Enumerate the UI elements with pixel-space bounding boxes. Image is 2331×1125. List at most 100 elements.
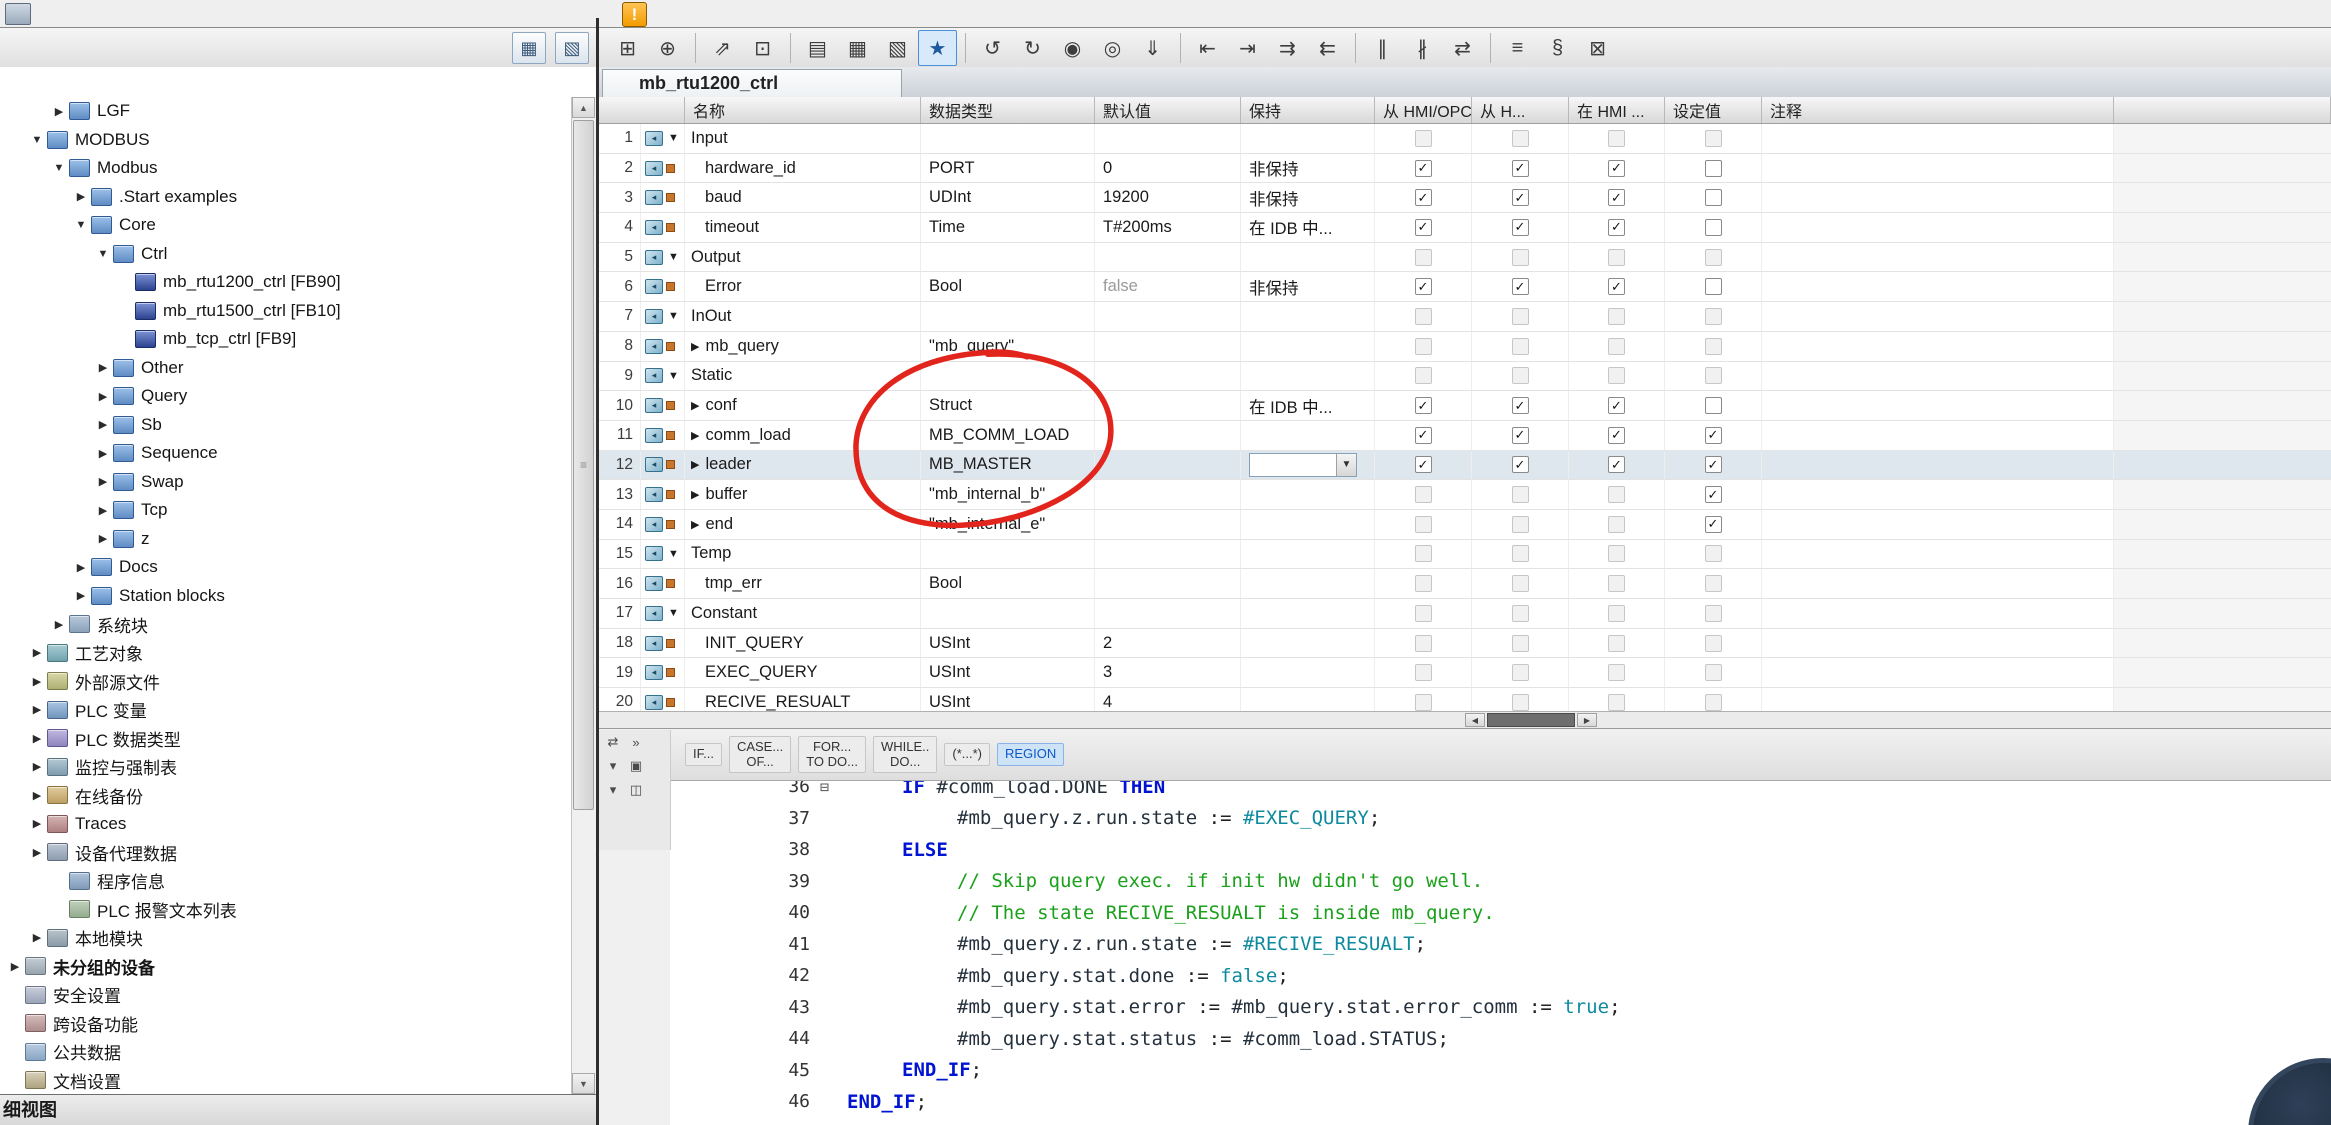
network-icon[interactable]: ◫ bbox=[627, 782, 645, 798]
expand-icon[interactable]: ▶ bbox=[691, 340, 699, 353]
block-interface-icon[interactable]: ▤ bbox=[798, 30, 837, 66]
checkbox-in-hmi[interactable] bbox=[1608, 308, 1625, 325]
checkbox-in-hmi[interactable]: ✓ bbox=[1608, 456, 1625, 473]
open-external-editor-icon[interactable]: ⇗ bbox=[703, 30, 742, 66]
chevron-down-icon[interactable]: ▼ bbox=[72, 219, 90, 231]
diagram-view-icon[interactable]: ▧ bbox=[555, 32, 589, 64]
expand-icon[interactable]: ▶ bbox=[691, 488, 699, 501]
chevron-right-icon[interactable]: ▶ bbox=[94, 532, 112, 545]
tree-item[interactable]: ▶在线备份 bbox=[0, 781, 572, 810]
retain-cell[interactable] bbox=[1241, 629, 1375, 658]
tree-item[interactable]: ▶Other bbox=[0, 354, 572, 383]
scrollbar-thumb[interactable]: ≡ bbox=[573, 120, 594, 810]
default-value-cell[interactable] bbox=[1095, 421, 1241, 450]
datatype-cell[interactable]: Struct bbox=[921, 391, 1095, 420]
chevron-right-icon[interactable]: ▶ bbox=[28, 675, 46, 688]
snapshot-icon[interactable]: ◉ bbox=[1053, 30, 1092, 66]
column-header[interactable]: 设定值 bbox=[1665, 97, 1762, 123]
checkbox-in-hmi[interactable] bbox=[1608, 338, 1625, 355]
goto-next-icon[interactable]: ⇥ bbox=[1228, 30, 1267, 66]
chevron-down-icon[interactable]: ▼ bbox=[94, 248, 112, 260]
comment-cell[interactable] bbox=[1762, 272, 2114, 301]
tree-item[interactable]: ▶未分组的设备 bbox=[0, 952, 572, 981]
comment-cell[interactable] bbox=[1762, 302, 2114, 331]
checkbox-setpoint[interactable] bbox=[1705, 605, 1722, 622]
chevron-right-icon[interactable]: ▶ bbox=[72, 190, 90, 203]
name-cell[interactable]: InOut bbox=[685, 302, 921, 331]
checkbox-from-hmi[interactable] bbox=[1512, 308, 1529, 325]
retain-cell[interactable] bbox=[1241, 124, 1375, 153]
checkbox-in-hmi[interactable] bbox=[1608, 486, 1625, 503]
checkbox-setpoint[interactable] bbox=[1705, 575, 1722, 592]
expand-icon[interactable]: ▶ bbox=[691, 518, 699, 531]
checkbox-setpoint[interactable]: ✓ bbox=[1705, 486, 1722, 503]
tab-mb-rtu1200-ctrl[interactable]: mb_rtu1200_ctrl bbox=[602, 69, 902, 97]
datatype-cell[interactable]: MB_COMM_LOAD bbox=[921, 421, 1095, 450]
checkbox-setpoint[interactable] bbox=[1705, 219, 1722, 236]
checkbox-from-hmi[interactable] bbox=[1512, 249, 1529, 266]
datatype-cell[interactable]: Bool bbox=[921, 569, 1095, 598]
retain-cell[interactable] bbox=[1241, 362, 1375, 391]
table-row[interactable]: 18INIT_QUERYUSInt2 bbox=[599, 629, 2331, 659]
default-value-cell[interactable] bbox=[1095, 302, 1241, 331]
tree-item[interactable]: ▶系统块 bbox=[0, 610, 572, 639]
tree-scrollbar[interactable]: ▲ ≡ ▼ bbox=[571, 97, 596, 1094]
datatype-cell[interactable]: PORT bbox=[921, 154, 1095, 183]
indent-icon[interactable]: ⇉ bbox=[1268, 30, 1307, 66]
chevron-right-icon[interactable]: ▶ bbox=[50, 105, 68, 118]
checkbox-setpoint[interactable] bbox=[1705, 189, 1722, 206]
chevron-right-icon[interactable]: ▶ bbox=[94, 418, 112, 431]
comment-cell[interactable] bbox=[1762, 183, 2114, 212]
checkbox-from-hmi[interactable] bbox=[1512, 575, 1529, 592]
chevron-right-icon[interactable]: ▶ bbox=[28, 931, 46, 944]
default-value-cell[interactable] bbox=[1095, 510, 1241, 539]
default-value-cell[interactable] bbox=[1095, 540, 1241, 569]
monitor-on-icon[interactable]: ∥ bbox=[1363, 30, 1402, 66]
default-value-cell[interactable] bbox=[1095, 391, 1241, 420]
expand-panel-icon[interactable]: » bbox=[627, 734, 645, 750]
checkbox-from-hmi-opc[interactable] bbox=[1415, 635, 1432, 652]
comment-cell[interactable] bbox=[1762, 124, 2114, 153]
name-cell[interactable]: Error bbox=[685, 272, 921, 301]
checkbox-in-hmi[interactable] bbox=[1608, 605, 1625, 622]
retain-cell[interactable] bbox=[1241, 658, 1375, 687]
table-row[interactable]: 16tmp_errBool bbox=[599, 569, 2331, 599]
section-collapse-icon[interactable]: ▼ bbox=[668, 132, 679, 144]
mini-scrollbar[interactable]: ◀ ▶ bbox=[1465, 713, 1597, 727]
checkbox-from-hmi-opc[interactable]: ✓ bbox=[1415, 427, 1432, 444]
name-cell[interactable]: Output bbox=[685, 243, 921, 272]
chevron-right-icon[interactable]: ▶ bbox=[6, 960, 24, 973]
checkbox-setpoint[interactable] bbox=[1705, 338, 1722, 355]
checkbox-from-hmi-opc[interactable] bbox=[1415, 308, 1432, 325]
datatype-cell[interactable]: "mb_internal_e" bbox=[921, 510, 1095, 539]
tree-item[interactable]: 文档设置 bbox=[0, 1066, 572, 1094]
datatype-cell[interactable]: Bool bbox=[921, 272, 1095, 301]
column-header[interactable]: 在 HMI ... bbox=[1569, 97, 1665, 123]
table-row[interactable]: 19EXEC_QUERYUSInt3 bbox=[599, 658, 2331, 688]
checkbox-from-hmi-opc[interactable] bbox=[1415, 605, 1432, 622]
comment-cell[interactable] bbox=[1762, 510, 2114, 539]
retain-cell[interactable] bbox=[1241, 480, 1375, 509]
checkbox-from-hmi[interactable] bbox=[1512, 130, 1529, 147]
tree-item[interactable]: ▼Modbus bbox=[0, 154, 572, 183]
checkbox-from-hmi[interactable] bbox=[1512, 635, 1529, 652]
table-row[interactable]: 4timeoutTimeT#200ms在 IDB 中...✓✓✓ bbox=[599, 213, 2331, 243]
checkbox-setpoint[interactable] bbox=[1705, 664, 1722, 681]
name-cell[interactable]: ▶comm_load bbox=[685, 421, 921, 450]
tree-item[interactable]: ▶工艺对象 bbox=[0, 639, 572, 668]
checkbox-setpoint[interactable] bbox=[1705, 635, 1722, 652]
comment-cell[interactable] bbox=[1762, 213, 2114, 242]
chevron-down-icon[interactable]: ▼ bbox=[50, 162, 68, 174]
column-header[interactable]: 名称 bbox=[685, 97, 921, 123]
section-collapse-icon[interactable]: ▼ bbox=[668, 548, 679, 560]
chevron-right-icon[interactable]: ▶ bbox=[28, 703, 46, 716]
default-value-cell[interactable]: false bbox=[1095, 272, 1241, 301]
column-header[interactable]: 从 H... bbox=[1472, 97, 1569, 123]
refresh-icon[interactable]: ⇄ bbox=[1443, 30, 1482, 66]
tree-item[interactable]: ▶外部源文件 bbox=[0, 667, 572, 696]
structure-button[interactable]: REGION bbox=[997, 743, 1064, 766]
checkbox-from-hmi-opc[interactable]: ✓ bbox=[1415, 456, 1432, 473]
checkbox-in-hmi[interactable]: ✓ bbox=[1608, 397, 1625, 414]
comment-cell[interactable] bbox=[1762, 243, 2114, 272]
tree-item[interactable]: ▶z bbox=[0, 525, 572, 554]
